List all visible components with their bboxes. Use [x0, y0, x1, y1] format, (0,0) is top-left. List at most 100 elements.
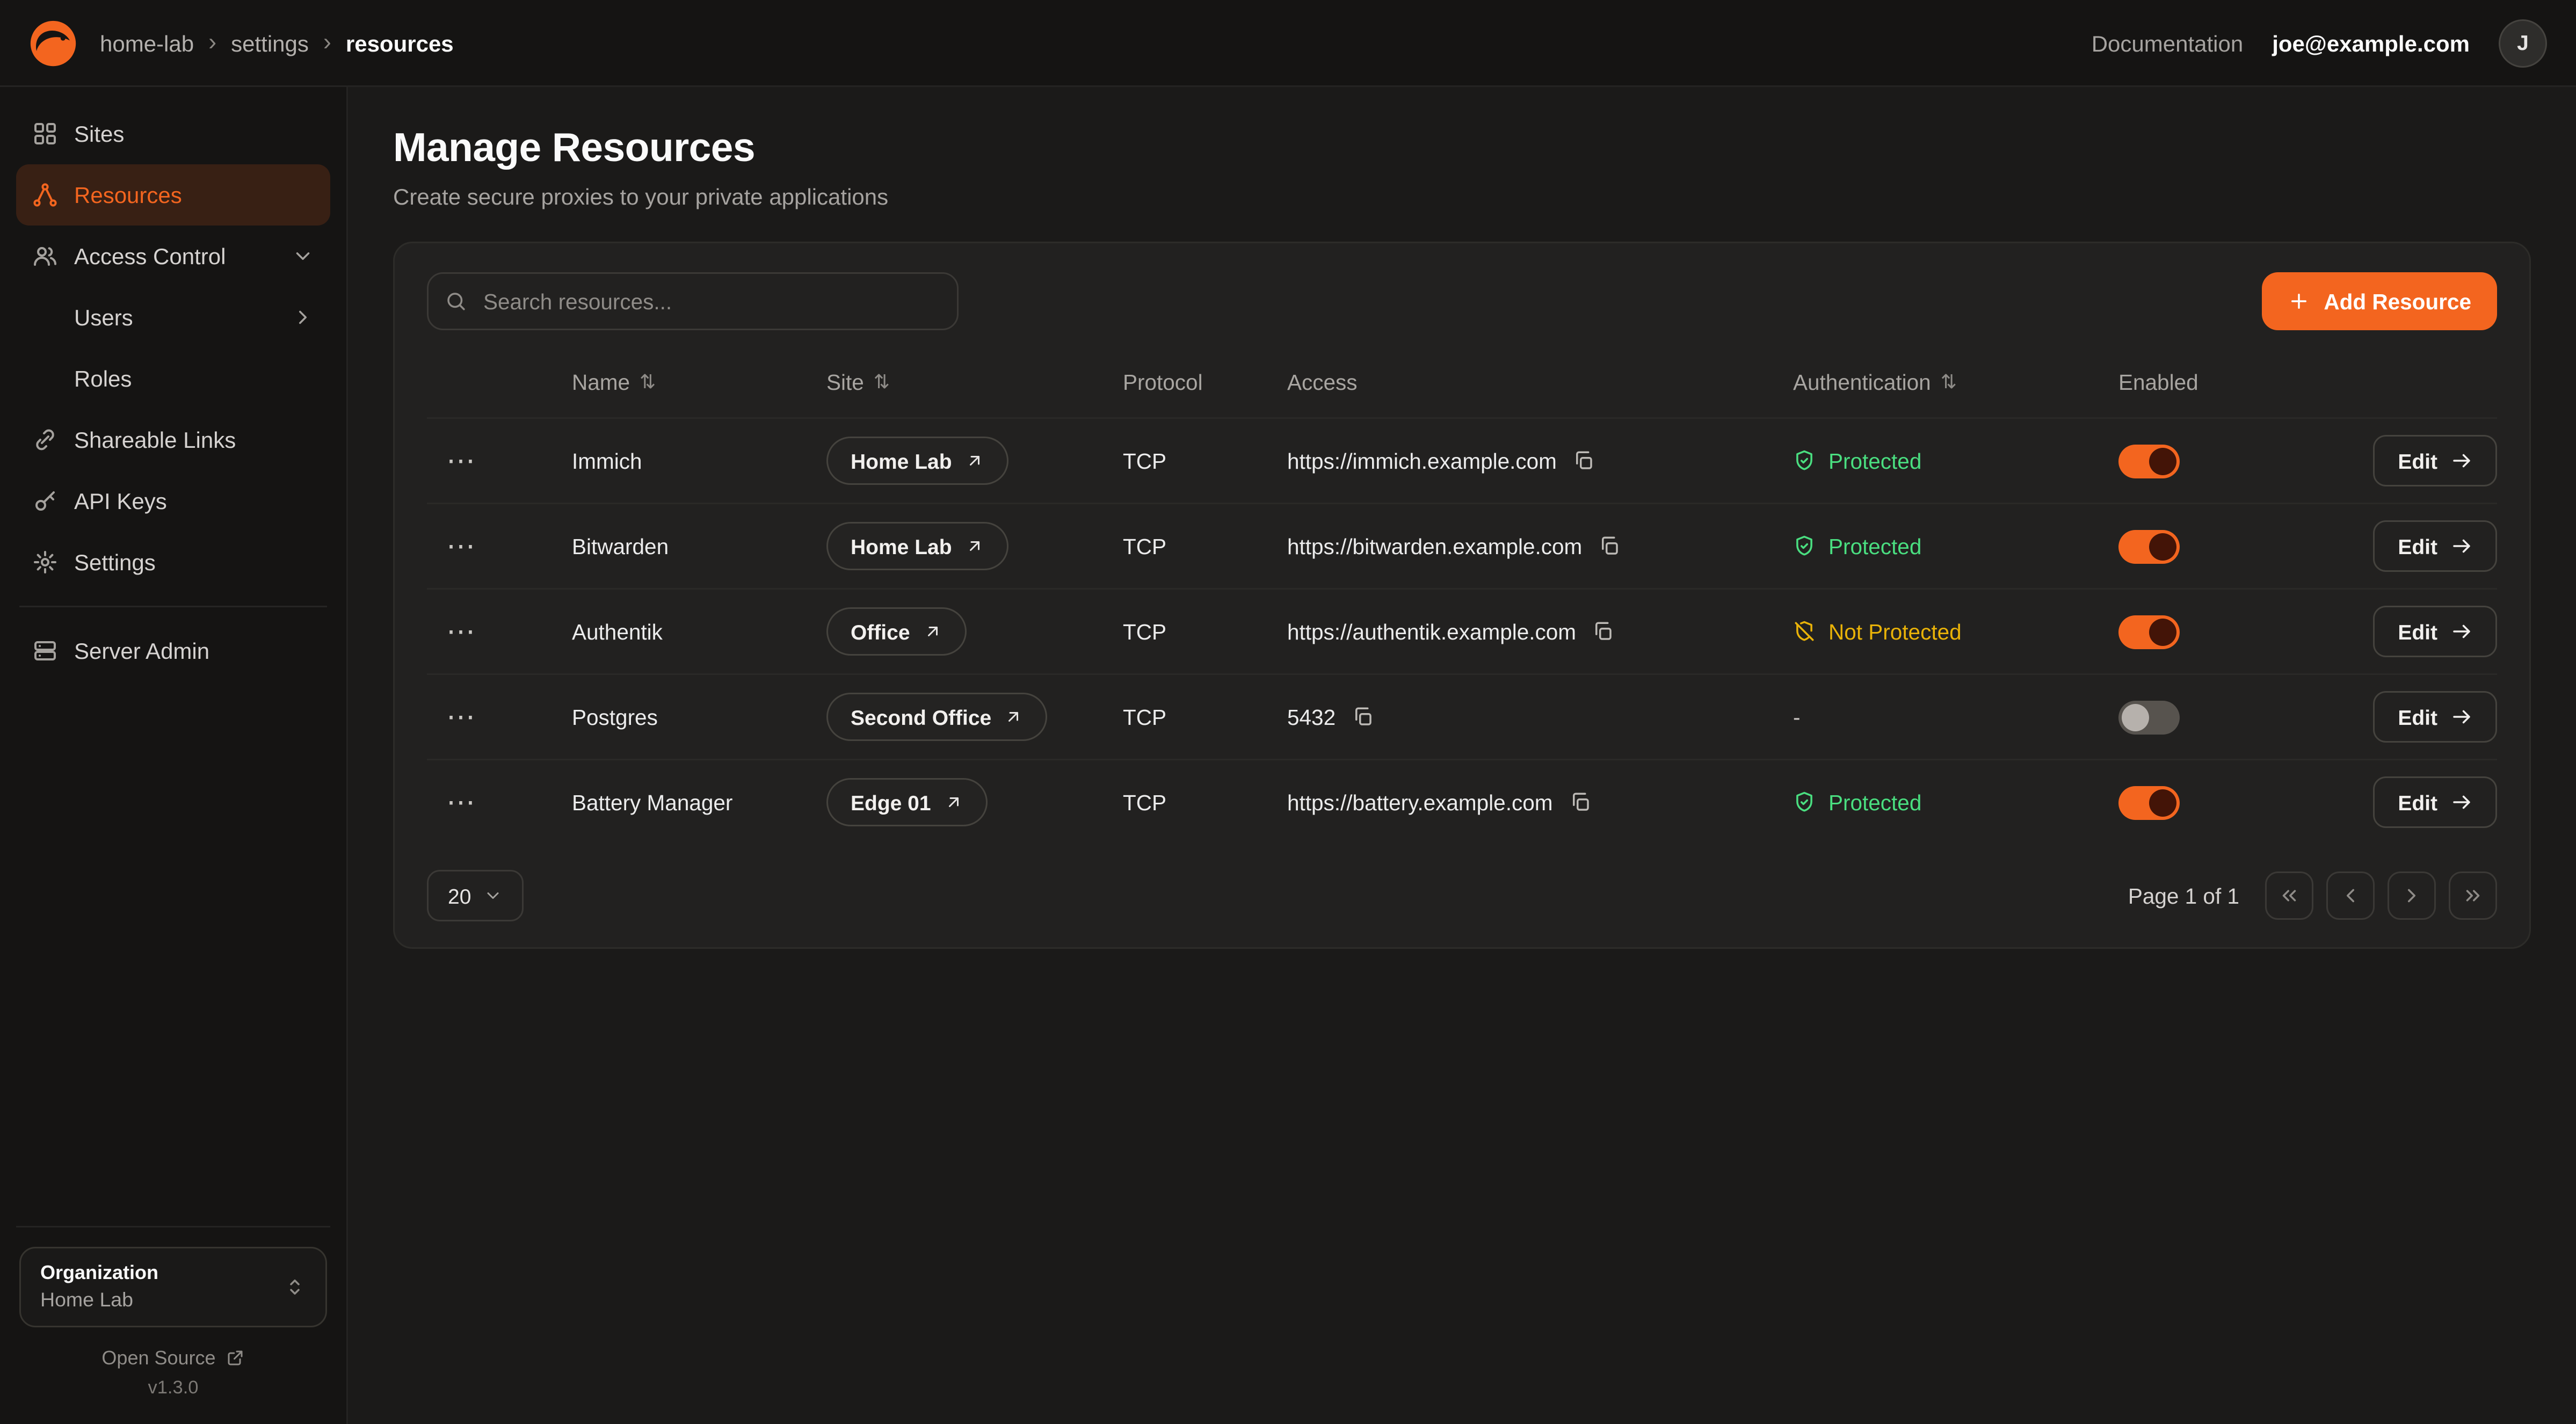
- organization-selector[interactable]: Organization Home Lab: [19, 1246, 327, 1327]
- edit-button[interactable]: Edit: [2374, 520, 2497, 572]
- avatar[interactable]: J: [2499, 19, 2547, 67]
- arrow-right-icon: [2450, 791, 2473, 813]
- enabled-toggle[interactable]: [2118, 444, 2180, 478]
- edit-button[interactable]: Edit: [2374, 691, 2497, 743]
- plus-icon: [2288, 290, 2311, 313]
- first-page-button[interactable]: [2265, 871, 2313, 920]
- site-pill[interactable]: Office: [826, 607, 967, 656]
- copy-icon: [1569, 791, 1591, 813]
- column-header-access: Access: [1287, 370, 1793, 394]
- copy-button[interactable]: [1565, 788, 1594, 817]
- site-pill[interactable]: Second Office: [826, 693, 1048, 741]
- table-row: ⋯ Immich Home Lab TCP https://immich.exa…: [427, 417, 2497, 503]
- add-resource-button[interactable]: Add Resource: [2262, 272, 2497, 330]
- search-wrap: [427, 272, 959, 330]
- protocol: TCP: [1123, 620, 1287, 644]
- sidebar-item-shareable-links[interactable]: Shareable Links: [16, 409, 330, 470]
- prev-page-button[interactable]: [2326, 871, 2375, 920]
- breadcrumb-org[interactable]: home-lab: [100, 30, 194, 56]
- arrow-up-right-icon: [923, 622, 942, 641]
- edit-button[interactable]: Edit: [2374, 435, 2497, 486]
- row-menu-button[interactable]: ⋯: [437, 781, 485, 823]
- organization-label: Organization: [40, 1259, 158, 1286]
- resource-name: Immich: [572, 449, 826, 473]
- auth-status: Protected: [1793, 534, 2118, 558]
- sidebar-item-settings[interactable]: Settings: [16, 532, 330, 593]
- sidebar-item-api-keys[interactable]: API Keys: [16, 470, 330, 532]
- edit-button[interactable]: Edit: [2374, 776, 2497, 828]
- last-page-button[interactable]: [2449, 871, 2497, 920]
- resource-name: Bitwarden: [572, 534, 826, 558]
- column-header-protocol: Protocol: [1123, 370, 1287, 394]
- arrow-up-right-icon: [1004, 707, 1024, 726]
- table-row: ⋯ Authentik Office TCP https://authentik…: [427, 588, 2497, 673]
- column-header-name[interactable]: Name ⇅: [572, 370, 826, 394]
- external-link-icon: [226, 1348, 245, 1368]
- chevron-down-icon: [292, 245, 314, 267]
- column-header-authentication[interactable]: Authentication ⇅: [1793, 370, 2118, 394]
- sidebar-item-resources[interactable]: Resources: [16, 164, 330, 226]
- resource-name: Battery Manager: [572, 790, 826, 815]
- chevrons-right-icon: [2462, 884, 2484, 907]
- page-subtitle: Create secure proxies to your private ap…: [393, 184, 2531, 209]
- site-pill[interactable]: Home Lab: [826, 437, 1008, 485]
- app-version: v1.3.0: [19, 1379, 327, 1411]
- chevrons-left-icon: [2278, 884, 2301, 907]
- topbar-right: Documentation joe@example.com J: [2092, 19, 2547, 67]
- copy-button[interactable]: [1595, 532, 1624, 561]
- breadcrumb: home-lab › settings › resources: [100, 29, 454, 56]
- table-footer: 20 Page 1 of 1: [427, 870, 2497, 921]
- resources-card: Add Resource Name ⇅ Site ⇅: [393, 242, 2531, 949]
- enabled-toggle[interactable]: [2118, 615, 2180, 649]
- chevron-left-icon: [2339, 884, 2362, 907]
- enabled-toggle[interactable]: [2118, 786, 2180, 819]
- row-menu-button[interactable]: ⋯: [437, 525, 485, 567]
- edit-button[interactable]: Edit: [2374, 606, 2497, 657]
- sort-icon: ⇅: [1941, 370, 1957, 393]
- app-logo-icon[interactable]: [29, 19, 77, 67]
- row-menu-button[interactable]: ⋯: [437, 696, 485, 738]
- next-page-button[interactable]: [2388, 871, 2436, 920]
- table-row: ⋯ Postgres Second Office TCP 5432 - Edit: [427, 673, 2497, 759]
- breadcrumb-settings[interactable]: settings: [231, 30, 309, 56]
- sidebar-item-users[interactable]: Users: [16, 287, 330, 348]
- users-icon: [32, 243, 58, 269]
- search-input[interactable]: [427, 272, 959, 330]
- page-info: Page 1 of 1: [2128, 884, 2239, 908]
- documentation-link[interactable]: Documentation: [2092, 30, 2244, 56]
- auth-status: Not Protected: [1793, 620, 2118, 644]
- shield-check-icon: [1793, 535, 1816, 557]
- sidebar-item-roles[interactable]: Roles: [16, 348, 330, 409]
- resource-name: Postgres: [572, 705, 826, 729]
- chevron-right-icon: [2400, 884, 2423, 907]
- app-window: home-lab › settings › resources Document…: [0, 0, 2576, 1424]
- arrow-up-right-icon: [944, 793, 963, 812]
- sidebar-item-server-admin[interactable]: Server Admin: [16, 620, 330, 681]
- row-menu-button[interactable]: ⋯: [437, 440, 485, 482]
- chevron-down-icon: [484, 886, 503, 905]
- access-url: 5432: [1287, 705, 1336, 729]
- enabled-toggle[interactable]: [2118, 529, 2180, 563]
- protocol: TCP: [1123, 790, 1287, 815]
- page-size-select[interactable]: 20: [427, 870, 524, 921]
- copy-button[interactable]: [1570, 446, 1599, 475]
- open-source-link[interactable]: Open Source: [19, 1347, 327, 1369]
- breadcrumb-resources: resources: [346, 30, 454, 56]
- site-pill[interactable]: Edge 01: [826, 778, 988, 826]
- sort-icon: ⇅: [874, 370, 890, 393]
- key-icon: [32, 488, 58, 514]
- user-email[interactable]: joe@example.com: [2272, 30, 2470, 56]
- auth-status: Protected: [1793, 790, 2118, 815]
- organization-name: Home Lab: [40, 1287, 158, 1315]
- column-header-site[interactable]: Site ⇅: [826, 370, 1123, 394]
- copy-button[interactable]: [1348, 702, 1377, 731]
- copy-icon: [1352, 706, 1374, 728]
- arrow-right-icon: [2450, 449, 2473, 472]
- shield-off-icon: [1793, 620, 1816, 643]
- enabled-toggle[interactable]: [2118, 700, 2180, 734]
- sidebar-item-sites[interactable]: Sites: [16, 103, 330, 164]
- sidebar-item-access-control[interactable]: Access Control: [16, 226, 330, 287]
- site-pill[interactable]: Home Lab: [826, 522, 1008, 570]
- copy-button[interactable]: [1589, 617, 1618, 646]
- row-menu-button[interactable]: ⋯: [437, 611, 485, 652]
